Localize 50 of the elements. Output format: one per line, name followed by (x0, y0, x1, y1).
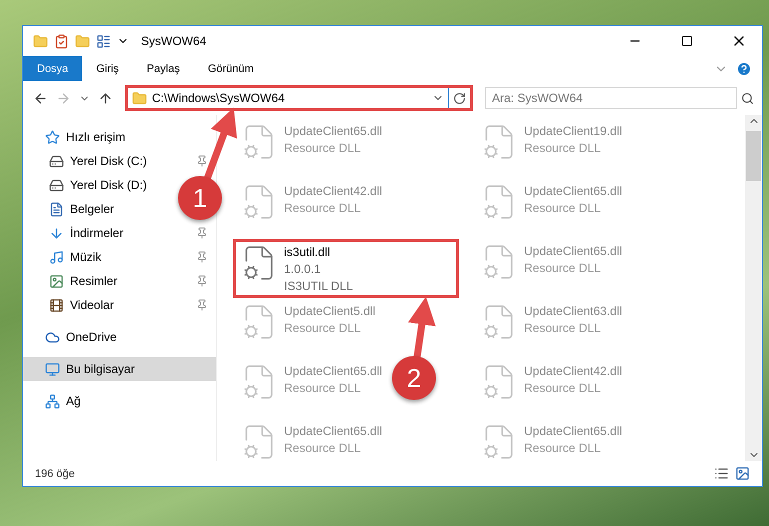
sidebar-item[interactable]: Yerel Disk (D:) (23, 173, 155, 197)
drive-icon (49, 178, 64, 192)
file-item[interactable]: is3util.dll 1.0.0.1 IS3UTIL DLL (233, 239, 459, 298)
clipboard-check-icon[interactable] (54, 34, 69, 48)
list-icon[interactable] (96, 34, 111, 48)
music-note-icon (49, 250, 64, 264)
sidebar-item[interactable]: OneDrive (23, 325, 125, 349)
monitor-icon (45, 362, 60, 376)
picture-icon (49, 274, 64, 288)
sidebar-item[interactable]: Bu bilgisayar (23, 357, 216, 381)
sidebar-item[interactable]: Videolar (23, 293, 216, 317)
down-arrow-icon (49, 226, 64, 240)
pin-icon[interactable] (196, 155, 208, 167)
maximize-icon (681, 35, 693, 47)
ribbon-tab[interactable]: Dosya (23, 56, 82, 81)
sidebar-item[interactable]: Yerel Disk (C:) (23, 149, 216, 173)
sidebar-item[interactable]: Belgeler (23, 197, 122, 221)
sidebar-item[interactable]: Ağ (23, 389, 89, 413)
search-icon[interactable] (741, 92, 754, 104)
forward-icon (56, 90, 71, 106)
pin-icon[interactable] (196, 227, 208, 239)
details-view-icon[interactable] (714, 466, 729, 481)
pin-icon[interactable] (196, 251, 208, 263)
sidebar-item[interactable]: Hızlı erişim (23, 125, 134, 149)
window-title: SysWOW64 (141, 34, 208, 48)
item-count: 196 öğe (35, 468, 76, 480)
sidebar-item[interactable]: Resimler (23, 269, 216, 293)
scroll-thumb[interactable] (746, 131, 761, 181)
help-icon[interactable] (736, 60, 752, 76)
refresh-icon (453, 92, 466, 104)
folder-icon (33, 34, 48, 48)
sidebar-item[interactable]: İndirmeler (23, 221, 216, 245)
scrollbar[interactable] (745, 115, 762, 461)
large-icons-view-icon[interactable] (735, 466, 750, 481)
ribbon-tab[interactable]: Giriş (82, 56, 133, 81)
pin-icon[interactable] (196, 275, 208, 287)
folder-icon (132, 90, 147, 106)
network-icon (45, 394, 60, 408)
back-icon (33, 90, 48, 106)
document-icon (49, 202, 64, 216)
film-icon (49, 298, 64, 312)
address-field[interactable]: C:\Windows\SysWOW64 (128, 88, 449, 108)
cloud-icon (45, 330, 60, 344)
pin-icon[interactable] (196, 299, 208, 311)
sidebar-item[interactable]: Müzik (23, 245, 216, 269)
drive-icon (49, 154, 64, 168)
ribbon-tab[interactable]: Paylaş (132, 56, 194, 81)
star-icon (45, 130, 60, 144)
ribbon-tab[interactable]: Görünüm (194, 56, 268, 81)
search-field[interactable]: Ara: SysWOW64 (485, 87, 737, 109)
